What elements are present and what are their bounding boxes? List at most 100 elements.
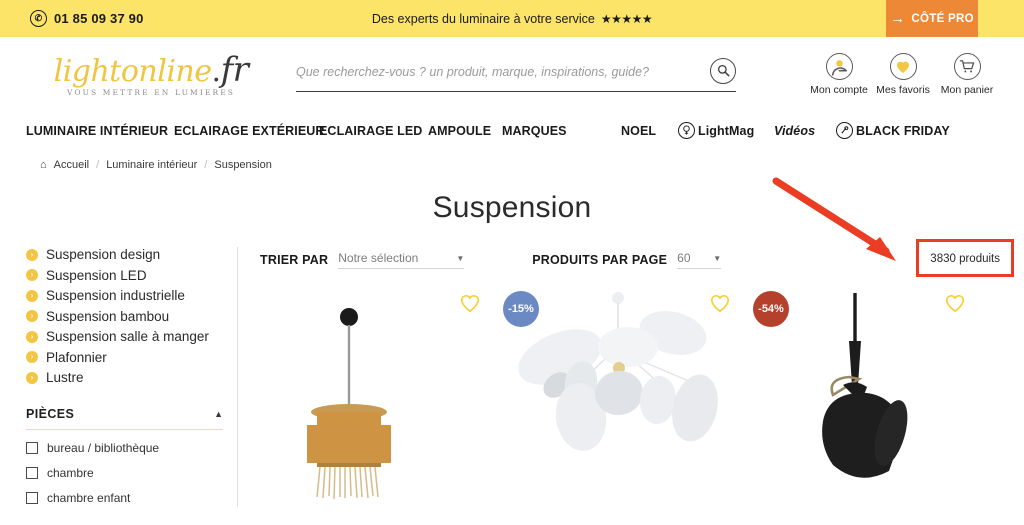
facet-option-bureau-bibliotheque[interactable]: bureau / bibliothèque <box>26 441 223 455</box>
nav-label: ECLAIRAGE LED <box>319 123 423 138</box>
nav-item-noel[interactable]: NOEL <box>621 124 678 138</box>
chevron-right-icon: › <box>26 371 38 384</box>
caret-up-icon[interactable]: ▲ <box>214 409 223 419</box>
logo-tld: fr <box>220 49 249 90</box>
chevron-right-icon: › <box>26 330 38 343</box>
facet-option-label: chambre enfant <box>47 491 131 505</box>
nav-label: BLACK FRIDAY <box>856 123 950 138</box>
facet-title: PIÈCES <box>26 407 75 421</box>
sidebar-item-suspension-salle-a-manger[interactable]: › Suspension salle à manger <box>26 329 223 344</box>
user-icon <box>825 53 853 80</box>
breadcrumb: ⌂ Accueil / Luminaire intérieur / Suspen… <box>0 149 1024 171</box>
product-card[interactable]: -54% <box>745 285 980 500</box>
sidebar-item-label: Suspension salle à manger <box>46 329 209 344</box>
favorite-button[interactable] <box>709 293 731 318</box>
heart-icon <box>889 53 917 80</box>
facet-option-chambre-enfant[interactable]: chambre enfant <box>26 491 223 505</box>
heart-outline-icon <box>461 295 479 313</box>
nav-item-eclairage-exterieur[interactable]: ECLAIRAGE EXTÉRIEUR <box>174 124 324 138</box>
chevron-right-icon: › <box>26 248 38 261</box>
home-icon: ⌂ <box>40 159 47 171</box>
checkbox[interactable] <box>26 492 38 504</box>
facet-pieces-header[interactable]: PIÈCES ▲ <box>26 407 223 430</box>
perpage-select[interactable]: 60 ▼ <box>677 251 722 269</box>
account-label: Mes favoris <box>876 84 930 96</box>
sidebar-item-suspension-design[interactable]: › Suspension design <box>26 247 223 262</box>
nav-item-luminaire-interieur[interactable]: LUMINAIRE INTÉRIEUR <box>26 124 174 138</box>
nav-item-lightmag[interactable]: LightMag <box>678 122 774 139</box>
cote-pro-label: CÔTÉ PRO <box>911 12 974 25</box>
cart-icon <box>953 53 981 80</box>
top-announcement-bar: ✆ 01 85 09 37 90 Des experts du luminair… <box>0 0 1024 37</box>
nav-item-black-friday[interactable]: BLACK FRIDAY <box>836 122 950 139</box>
logo-dot: . <box>211 53 222 89</box>
sidebar-item-suspension-bambou[interactable]: › Suspension bambou <box>26 309 223 324</box>
site-header: lightonline.fr VOUS METTRE EN LUMIERES M… <box>0 37 1024 112</box>
heart-outline-icon <box>711 295 729 313</box>
search-input[interactable] <box>296 64 710 79</box>
account-actions: Mon compte Mes favoris Mon panier <box>808 53 998 96</box>
sidebar-item-label: Suspension LED <box>46 267 147 283</box>
sort-select[interactable]: Notre sélection ▼ <box>338 251 465 269</box>
breadcrumb-separator: / <box>204 159 208 171</box>
breadcrumb-separator: / <box>96 159 100 171</box>
account-label: Mon panier <box>940 84 994 96</box>
phone-icon: ✆ <box>30 10 47 27</box>
nav-label: LUMINAIRE INTÉRIEUR <box>26 123 169 138</box>
nav-item-eclairage-led[interactable]: ECLAIRAGE LED <box>319 124 428 138</box>
favorite-button[interactable] <box>944 293 966 318</box>
sidebar-item-lustre[interactable]: › Lustre <box>26 370 223 385</box>
discount-value: -54% <box>758 303 784 315</box>
site-logo[interactable]: lightonline.fr VOUS METTRE EN LUMIERES <box>26 53 276 97</box>
logo-wordmark: lightonline.fr <box>54 53 249 87</box>
chevron-down-icon: ▼ <box>456 253 465 263</box>
bulb-icon <box>678 122 695 139</box>
chevron-down-icon: ▼ <box>713 253 722 263</box>
logo-name: lightonline <box>53 53 212 89</box>
checkbox[interactable] <box>26 442 38 454</box>
sort-value: Notre sélection <box>338 251 419 265</box>
search-bar[interactable] <box>296 57 736 92</box>
search-icon <box>717 64 729 77</box>
nav-item-ampoule[interactable]: AMPOULE <box>428 124 502 138</box>
sidebar-item-suspension-industrielle[interactable]: › Suspension industrielle <box>26 288 223 303</box>
product-count: 3830 produits <box>930 253 1000 265</box>
checkbox[interactable] <box>26 467 38 479</box>
discount-badge: -15% <box>503 291 539 327</box>
rating-stars: ★★★★★ <box>600 11 653 26</box>
breadcrumb-item-luminaire-interieur[interactable]: Luminaire intérieur <box>106 159 197 171</box>
page-title: Suspension <box>432 191 592 224</box>
product-card[interactable]: -15% <box>495 285 745 500</box>
sidebar-item-plafonnier[interactable]: › Plafonnier <box>26 350 223 365</box>
account-link-mes-favoris[interactable]: Mes favoris <box>872 53 934 96</box>
cote-pro-button[interactable]: → CÔTÉ PRO <box>886 0 978 37</box>
phone-link[interactable]: ✆ 01 85 09 37 90 <box>30 10 144 27</box>
facet-option-chambre[interactable]: chambre <box>26 466 223 480</box>
sidebar-item-label: Suspension industrielle <box>46 288 185 303</box>
product-listing: TRIER PAR Notre sélection ▼ PRODUITS PAR… <box>238 177 1024 507</box>
account-link-mon-compte[interactable]: Mon compte <box>808 53 870 96</box>
favorite-button[interactable] <box>459 293 481 318</box>
facet-option-label: chambre <box>47 466 94 480</box>
account-label: Mon compte <box>810 84 868 96</box>
breadcrumb-item-accueil[interactable]: Accueil <box>54 159 89 171</box>
nav-label: AMPOULE <box>428 123 492 138</box>
nav-label: Vidéos <box>774 123 816 138</box>
nav-item-marques[interactable]: MARQUES <box>502 124 621 138</box>
content-area: › Suspension design › Suspension LED › S… <box>0 177 1024 507</box>
account-link-mon-panier[interactable]: Mon panier <box>936 53 998 96</box>
facet-pieces: PIÈCES ▲ bureau / bibliothèque chambre c… <box>26 407 223 505</box>
chevron-right-icon: › <box>26 351 38 363</box>
nav-label: ECLAIRAGE EXTÉRIEUR <box>174 123 325 138</box>
nav-item-videos[interactable]: Vidéos <box>774 124 836 138</box>
arrow-right-icon: → <box>890 10 906 27</box>
product-card[interactable] <box>260 285 495 500</box>
sidebar-item-suspension-led[interactable]: › Suspension LED <box>26 268 223 283</box>
chevron-right-icon: › <box>26 269 38 281</box>
search-button[interactable] <box>710 57 736 84</box>
chevron-right-icon: › <box>26 310 38 322</box>
service-claim: Des experts du luminaire à votre service… <box>0 12 1024 26</box>
listing-toolbar: TRIER PAR Notre sélection ▼ PRODUITS PAR… <box>260 239 1014 277</box>
heart-outline-icon <box>946 295 964 313</box>
nav-label: LightMag <box>698 123 755 138</box>
